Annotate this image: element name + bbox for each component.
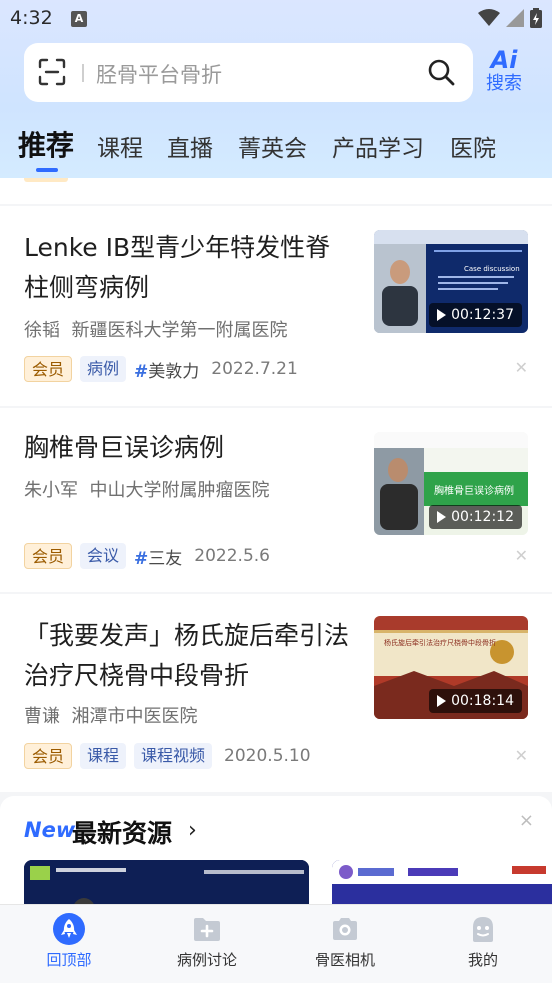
nav-back-to-top[interactable]: 回顶部 <box>0 905 138 983</box>
tab-recommend[interactable]: 推荐 <box>18 124 74 164</box>
profile-icon <box>473 917 493 942</box>
feed-card[interactable]: 胸椎骨巨误诊病例 朱小军 中山大学附属肿瘤医院 会员 会议 #三友 2022.5… <box>0 408 552 592</box>
new-resources-title[interactable]: 最新资源 <box>72 814 172 850</box>
tab-hospital[interactable]: 医院 <box>450 129 496 163</box>
duration-badge: 00:12:12 <box>429 505 522 529</box>
member-tag: 会员 <box>24 743 73 769</box>
camera-icon <box>333 918 357 940</box>
publish-date: 2022.7.21 <box>211 359 298 379</box>
status-time: 4:32 <box>10 7 53 29</box>
tab-courses[interactable]: 课程 <box>97 129 143 163</box>
new-badge-icon: New <box>24 818 76 842</box>
author-name: 徐韬 <box>24 320 60 341</box>
duration-label: 00:12:12 <box>451 509 514 525</box>
app-screen: 4:32 A 胫骨平台骨折 Ai 搜索 推荐 课程 直播 菁英会 产品学习 医院… <box>0 0 552 983</box>
bottom-navigation: 回顶部 病例讨论 骨医相机 我的 <box>0 904 552 983</box>
hashtag[interactable]: #美敦力 <box>134 357 199 382</box>
hashtag[interactable]: #三友 <box>134 544 182 569</box>
dismiss-icon[interactable]: ✕ <box>515 358 528 377</box>
card-title[interactable]: 胸椎骨巨误诊病例 <box>24 428 354 468</box>
thumbnail-caption: Case discussion <box>464 265 520 273</box>
type-tag[interactable]: 课程视频 <box>134 743 213 769</box>
publish-date: 2022.5.6 <box>194 546 270 566</box>
ai-search-label: 搜索 <box>486 73 522 94</box>
author-name: 曹谦 <box>24 706 60 727</box>
rocket-icon <box>53 913 85 945</box>
author-name: 朱小军 <box>24 480 78 501</box>
card-tags: 会员 课程 课程视频 2020.5.10 <box>24 743 311 769</box>
battery-icon <box>530 8 542 28</box>
publish-date: 2020.5.10 <box>224 746 311 766</box>
nav-label: 病例讨论 <box>176 951 237 969</box>
dismiss-icon[interactable]: ✕ <box>515 546 528 565</box>
hashtag-label: 美敦力 <box>148 361 200 382</box>
tab-elite[interactable]: 菁英会 <box>238 129 307 163</box>
video-thumbnail[interactable]: Case discussion 00:12:37 <box>374 230 528 333</box>
thumbnail-caption: 杨氏旋后牵引法治疗尺桡骨中段骨折 <box>384 639 496 647</box>
hashtag-label: 三友 <box>148 548 183 569</box>
scan-icon[interactable] <box>38 58 66 86</box>
member-tag: 会员 <box>24 356 73 382</box>
previous-card-tag <box>24 178 68 182</box>
ai-logo-icon: Ai <box>490 46 518 74</box>
nav-label: 骨医相机 <box>314 951 375 969</box>
video-thumbnail[interactable]: 胸椎骨巨误诊病例 00:12:12 <box>374 432 528 535</box>
hospital-name: 新疆医科大学第一附属医院 <box>71 320 288 341</box>
tab-live[interactable]: 直播 <box>167 129 213 163</box>
duration-badge: 00:12:37 <box>429 303 522 327</box>
search-bar[interactable]: 胫骨平台骨折 <box>24 43 473 102</box>
card-title[interactable]: Lenke IB型青少年特发性脊柱侧弯病例 <box>24 228 354 308</box>
type-tag[interactable]: 病例 <box>80 356 127 382</box>
tab-product-learning[interactable]: 产品学习 <box>332 129 424 163</box>
dismiss-icon[interactable]: ✕ <box>515 746 528 765</box>
signal-icon <box>506 9 524 27</box>
previous-card-edge <box>0 178 552 204</box>
search-icon[interactable] <box>427 58 455 86</box>
member-tag: 会员 <box>24 543 73 569</box>
type-tag[interactable]: 课程 <box>80 743 127 769</box>
card-author: 曹谦 湘潭市中医医院 <box>24 702 197 728</box>
duration-label: 00:12:37 <box>451 307 514 323</box>
chevron-right-icon[interactable]: › <box>188 818 197 843</box>
nav-bone-camera[interactable]: 骨医相机 <box>276 905 414 983</box>
nav-case-discussion[interactable]: 病例讨论 <box>138 905 276 983</box>
category-tabs: 推荐 课程 直播 菁英会 产品学习 医院 <box>0 122 552 178</box>
duration-badge: 00:18:14 <box>429 689 522 713</box>
nav-profile[interactable]: 我的 <box>414 905 552 983</box>
card-tags: 会员 会议 #三友 2022.5.6 <box>24 543 270 569</box>
hospital-name: 湘潭市中医医院 <box>71 706 198 727</box>
card-author: 朱小军 中山大学附属肿瘤医院 <box>24 476 269 502</box>
play-icon <box>437 309 447 321</box>
type-tag[interactable]: 会议 <box>80 543 127 569</box>
play-icon <box>437 695 447 707</box>
play-icon <box>437 511 447 523</box>
folder-plus-icon <box>194 918 220 941</box>
wifi-icon <box>478 9 500 26</box>
close-icon[interactable]: × <box>519 810 534 831</box>
hospital-name: 中山大学附属肿瘤医院 <box>89 480 270 501</box>
card-tags: 会员 病例 #美敦力 2022.7.21 <box>24 356 298 382</box>
feed-card[interactable]: Lenke IB型青少年特发性脊柱侧弯病例 徐韬 新疆医科大学第一附属医院 会员… <box>0 206 552 406</box>
status-icons <box>478 8 542 28</box>
status-bar: 4:32 A <box>0 0 552 38</box>
nav-label: 我的 <box>467 951 498 969</box>
feed-card[interactable]: 「我要发声」杨氏旋后牵引法治疗尺桡骨中段骨折 曹谦 湘潭市中医医院 会员 课程 … <box>0 594 552 792</box>
active-tab-indicator <box>36 168 58 172</box>
card-author: 徐韬 新疆医科大学第一附属医院 <box>24 316 287 342</box>
header: 4:32 A 胫骨平台骨折 Ai 搜索 推荐 课程 直播 菁英会 产品学习 医院 <box>0 0 552 178</box>
ai-search-button[interactable]: Ai 搜索 <box>480 48 528 100</box>
thumbnail-caption: 胸椎骨巨误诊病例 <box>434 486 514 497</box>
video-thumbnail[interactable]: 杨氏旋后牵引法治疗尺桡骨中段骨折 00:18:14 <box>374 616 528 719</box>
card-title[interactable]: 「我要发声」杨氏旋后牵引法治疗尺桡骨中段骨折 <box>24 616 354 696</box>
notification-icon: A <box>71 11 87 27</box>
search-divider <box>82 64 84 82</box>
search-input[interactable]: 胫骨平台骨折 <box>96 59 222 89</box>
duration-label: 00:18:14 <box>451 693 514 709</box>
nav-label: 回顶部 <box>46 951 92 969</box>
